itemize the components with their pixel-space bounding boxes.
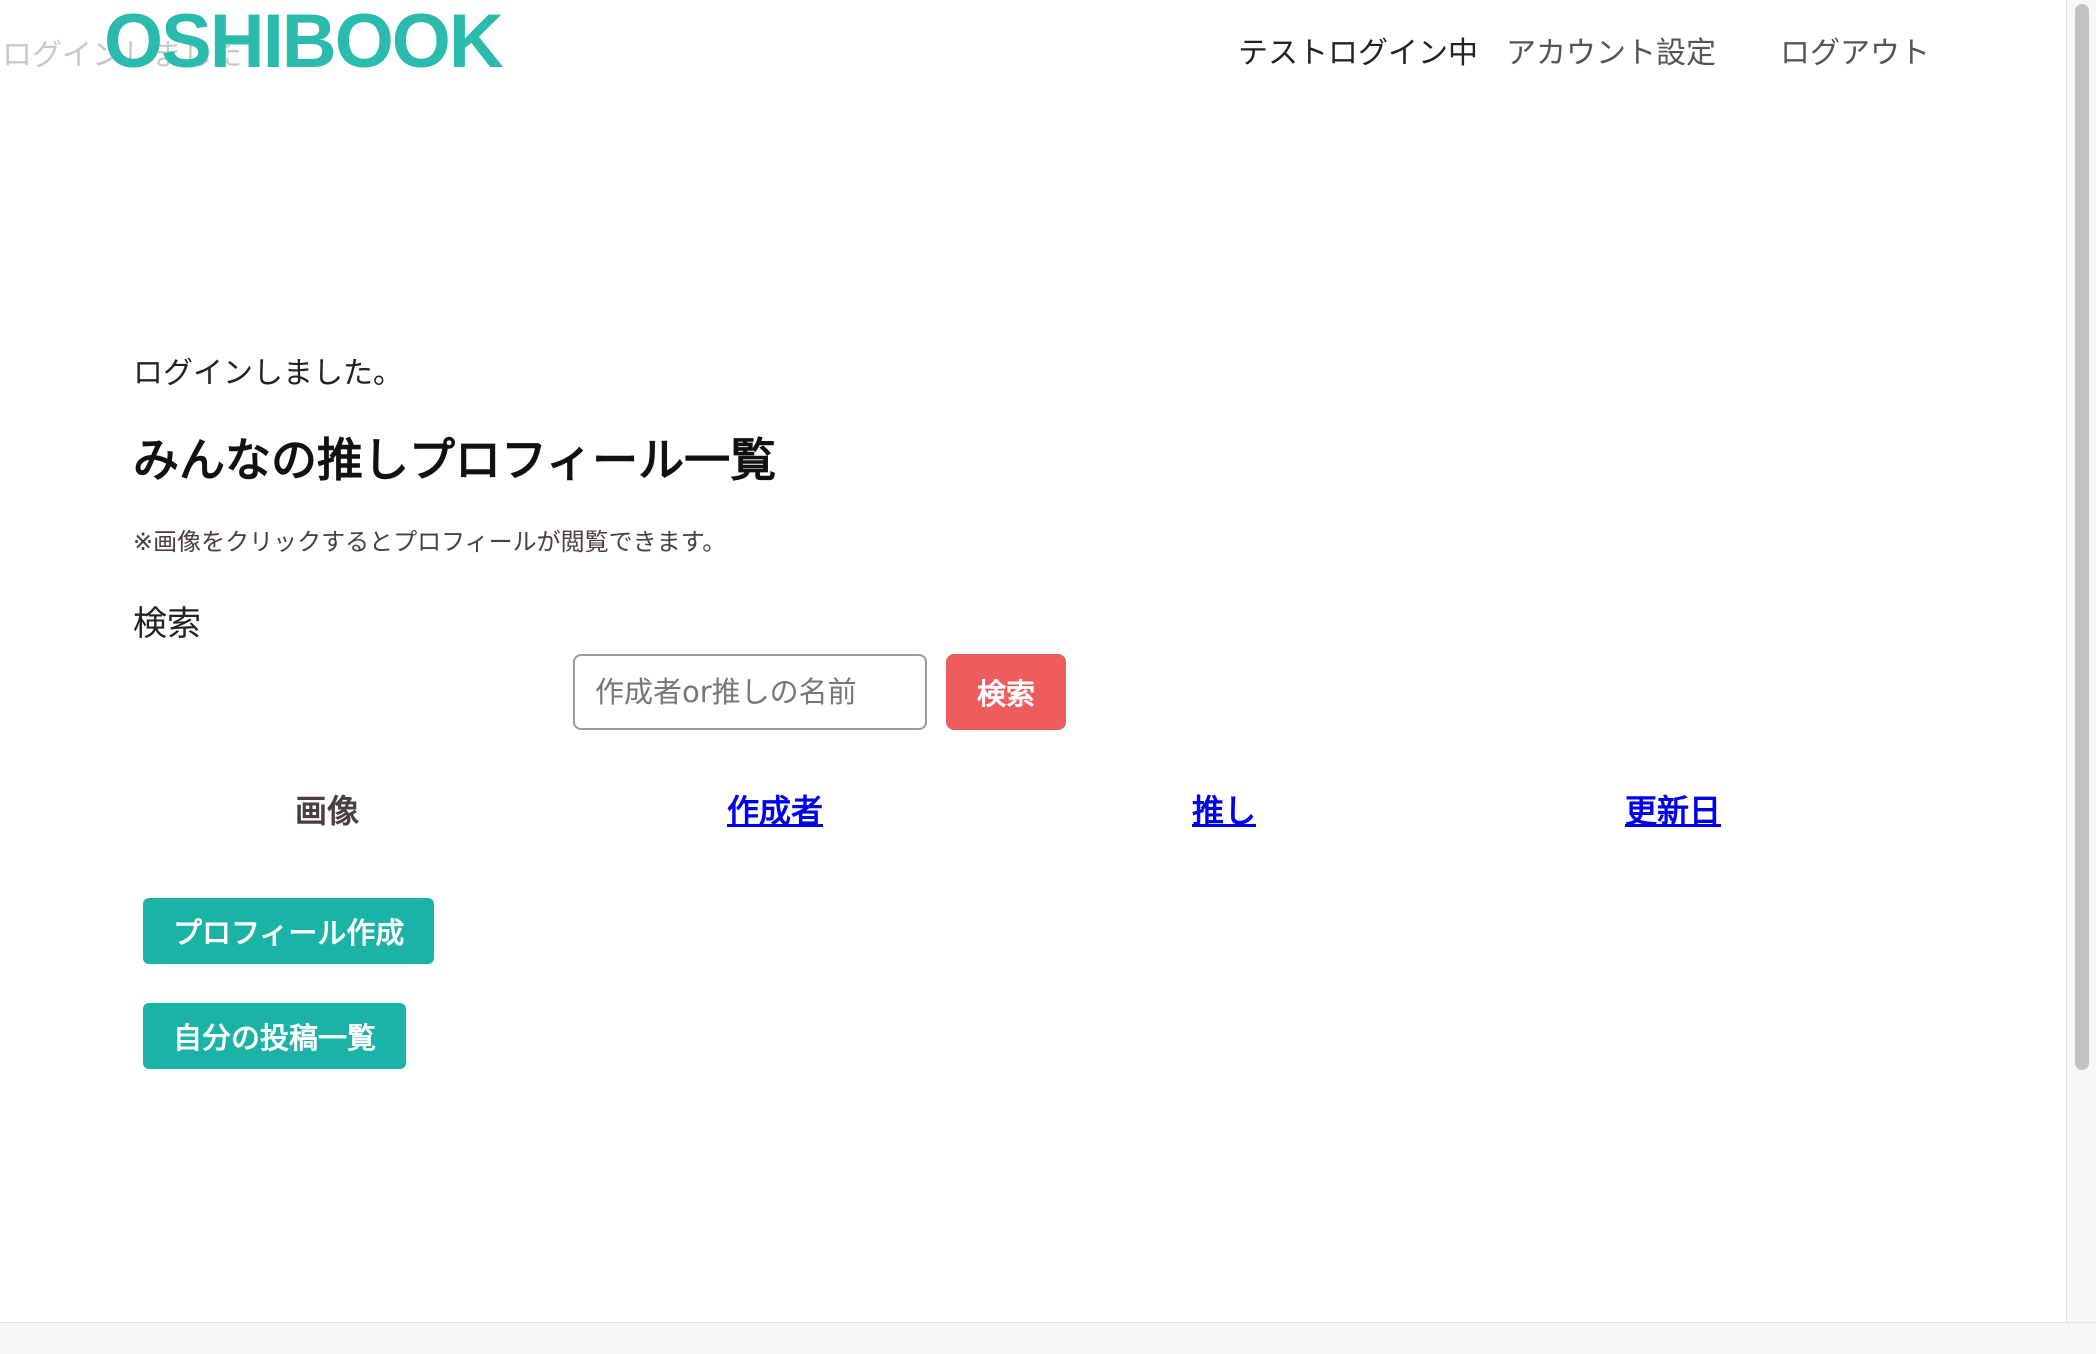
page-title: みんなの推しプロフィール一覧: [133, 433, 777, 487]
horizontal-scrollbar[interactable]: [0, 1322, 2096, 1354]
my-posts-button[interactable]: 自分の投稿一覧: [143, 1003, 407, 1069]
browser-page: ログインしました OSHIBOOK テストログイン中 アカウント設定 ログアウト…: [0, 0, 2096, 1354]
column-header-oshi-sort-link[interactable]: 推し: [1192, 786, 1256, 832]
search-button[interactable]: 検索: [946, 654, 1066, 730]
column-header-author-sort-link[interactable]: 作成者: [727, 786, 823, 832]
page-viewport: ログインしました OSHIBOOK テストログイン中 アカウント設定 ログアウト…: [0, 0, 2066, 1322]
logout-link[interactable]: ログアウト: [1780, 28, 1930, 72]
image-click-hint: ※画像をクリックするとプロフィールが閲覧できます。: [133, 528, 727, 556]
site-logo[interactable]: OSHIBOOK: [104, 2, 504, 82]
column-header-updated-sort-link[interactable]: 更新日: [1625, 786, 1721, 832]
create-profile-button[interactable]: プロフィール作成: [143, 898, 435, 964]
account-settings-link[interactable]: アカウント設定: [1506, 28, 1716, 72]
search-label: 検索: [133, 604, 201, 644]
vertical-scrollbar-thumb[interactable]: [2075, 4, 2089, 1070]
search-input[interactable]: [573, 654, 927, 730]
login-notice: ログインしました。: [133, 356, 403, 391]
vertical-scrollbar[interactable]: [2066, 0, 2096, 1322]
column-header-image: 画像: [294, 792, 360, 830]
current-user-label: テストログイン中: [1238, 36, 1478, 71]
